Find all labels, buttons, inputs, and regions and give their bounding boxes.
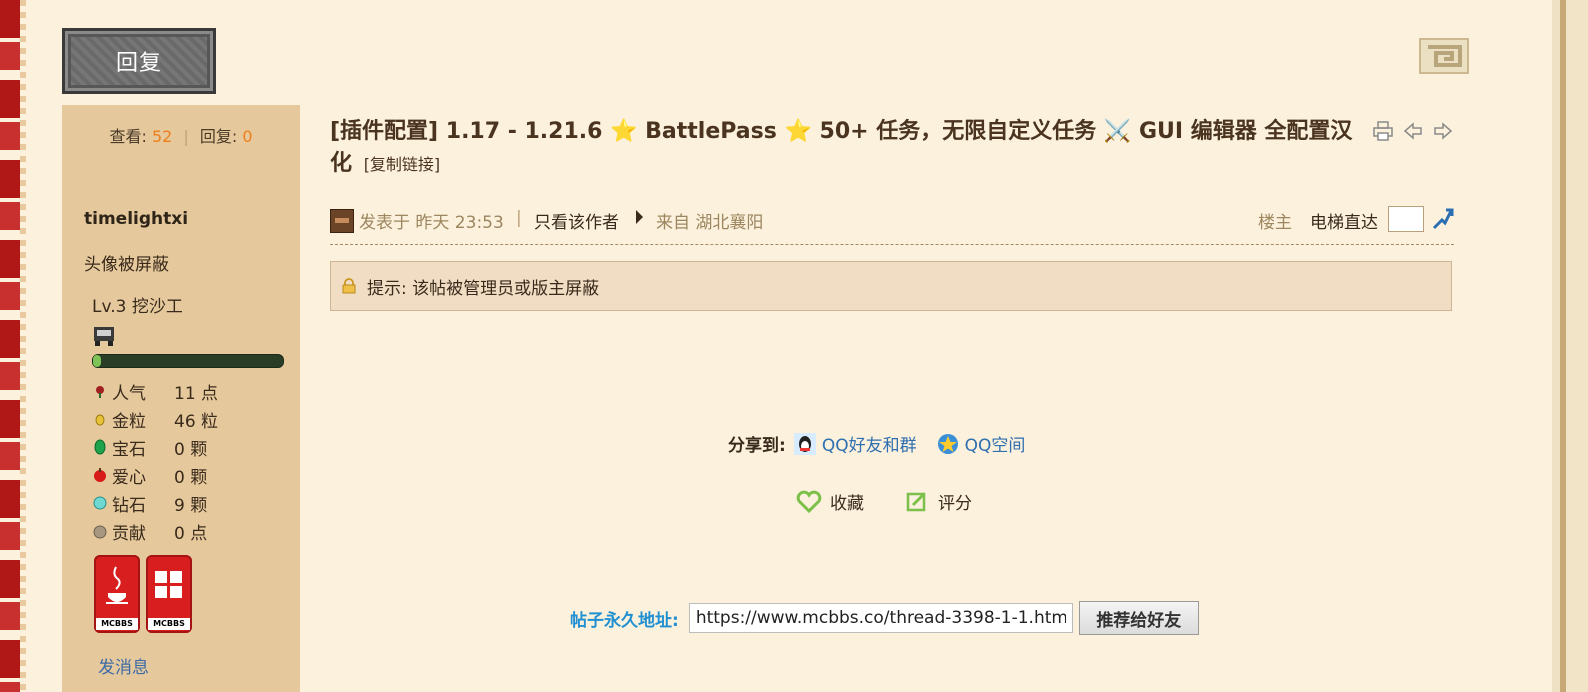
- permalink-input[interactable]: [688, 603, 1073, 633]
- property-label: 宝石: [112, 439, 146, 460]
- level-progress-bar: [92, 354, 284, 368]
- poster-avatar-icon: [330, 209, 354, 233]
- property-row: 钻石 9 颗: [92, 489, 218, 517]
- replies-label: 回复:: [199, 127, 238, 146]
- elevator-floor-input[interactable]: [1388, 206, 1424, 232]
- property-label: 钻石: [112, 495, 146, 516]
- stats-divider: |: [183, 127, 189, 146]
- property-label: 金粒: [112, 411, 146, 432]
- triangle-right-icon: [636, 210, 643, 224]
- title-toolbar: [1372, 120, 1454, 142]
- blocked-notice: 提示: 该帖被管理员或版主屏蔽: [330, 261, 1452, 311]
- left-decorative-border: [0, 0, 26, 692]
- heart-icon: [796, 490, 822, 513]
- property-value: 9 颗: [174, 495, 208, 516]
- minecart-icon: [94, 327, 114, 346]
- gold-nugget-icon: [95, 414, 105, 426]
- property-label: 人气: [112, 383, 146, 404]
- post-title: [插件配置] 1.17 - 1.21.6 ⭐ BattlePass ⭐ 50+ …: [330, 116, 1360, 181]
- property-label: 贡献: [112, 523, 146, 544]
- favorite-button[interactable]: 收藏: [796, 489, 864, 514]
- property-value: 11 点: [174, 383, 219, 404]
- permalink-row: 帖子永久地址: 推荐给好友: [570, 601, 1199, 635]
- share-label: 分享到:: [728, 436, 786, 456]
- level-progress-fill: [93, 355, 101, 367]
- property-row: 金粒 46 粒: [92, 405, 218, 433]
- apple-icon: [94, 468, 106, 482]
- post-meta: 发表于 昨天 23:53 | 只看该作者 来自 湖北襄阳 楼主 电梯直达: [330, 206, 1454, 234]
- lock-icon: [342, 278, 356, 294]
- meta-divider-line: [330, 244, 1454, 245]
- right-decorative-border: [1552, 0, 1588, 692]
- share-row: 分享到: QQ好友和群 QQ空间: [728, 431, 1045, 456]
- reply-button[interactable]: 回复: [62, 28, 216, 94]
- recommend-to-friend-button[interactable]: 推荐给好友: [1078, 601, 1199, 635]
- rate-label: 评分: [938, 494, 972, 514]
- share-qq-friends-link[interactable]: QQ好友和群: [793, 431, 917, 456]
- notice-text: 提示: 该帖被管理员或版主屏蔽: [367, 278, 600, 299]
- property-row: 人气 11 点: [92, 377, 218, 405]
- favorite-label: 收藏: [830, 494, 864, 514]
- property-row: 爱心 0 颗: [92, 461, 218, 489]
- send-message-link[interactable]: 发消息: [98, 653, 149, 678]
- user-properties: 人气 11 点 金粒 46 粒 宝石 0 颗 爱心 0 颗 钻石 9 颗 贡献 …: [92, 377, 218, 545]
- rate-button[interactable]: 评分: [904, 489, 972, 514]
- property-value: 0 颗: [174, 467, 208, 488]
- print-icon[interactable]: [1372, 120, 1394, 142]
- site-corner-logo-icon: [1419, 38, 1469, 74]
- author-username[interactable]: timelightxi: [84, 209, 188, 229]
- property-value: 46 粒: [174, 411, 219, 432]
- post-location: 来自 湖北襄阳: [656, 213, 764, 233]
- posted-time: 发表于 昨天 23:53: [359, 213, 504, 233]
- windows-grid-icon: [155, 571, 182, 598]
- property-row: 宝石 0 颗: [92, 433, 218, 461]
- clay-ball-icon: [93, 525, 107, 539]
- post-title-text: [插件配置] 1.17 - 1.21.6 ⭐ BattlePass ⭐ 50+ …: [330, 119, 1353, 176]
- qq-penguin-icon: [793, 432, 816, 455]
- user-level: Lv.3 挖沙工: [92, 297, 183, 317]
- property-value: 0 点: [174, 523, 208, 544]
- emerald-icon: [94, 439, 106, 455]
- badge-label: MCBBS: [148, 618, 190, 630]
- share-qq-zone-link[interactable]: QQ空间: [937, 431, 1026, 456]
- permalink-label: 帖子永久地址:: [570, 610, 679, 631]
- property-value: 0 颗: [174, 439, 208, 460]
- edit-icon: [906, 492, 926, 511]
- share-qq-zone-label: QQ空间: [964, 436, 1026, 456]
- elevator-go-icon[interactable]: [1430, 206, 1454, 232]
- previous-thread-icon[interactable]: [1402, 120, 1424, 142]
- diamond-icon: [93, 496, 107, 510]
- floor-label: 楼主: [1258, 213, 1292, 233]
- java-cup-icon: [106, 566, 128, 604]
- badge-label: MCBBS: [96, 618, 138, 630]
- replies-count: 0: [242, 127, 253, 146]
- views-label: 查看:: [109, 127, 147, 146]
- avatar-hidden-text: 头像被屏蔽: [84, 255, 169, 275]
- windows-badge[interactable]: MCBBS: [146, 555, 192, 633]
- property-row: 贡献 0 点: [92, 517, 218, 545]
- rose-icon: [96, 386, 104, 398]
- medal-badges: MCBBS MCBBS: [94, 555, 192, 633]
- thread-stats: 查看: 52 | 回复: 0: [62, 123, 300, 147]
- author-sidebar: 查看: 52 | 回复: 0 timelightxi 头像被屏蔽 Lv.3 挖沙…: [62, 105, 300, 692]
- copy-link-button[interactable]: [复制链接]: [364, 155, 441, 174]
- author-only-link[interactable]: 只看该作者: [534, 208, 619, 233]
- meta-divider: |: [516, 208, 522, 228]
- elevator-label: 电梯直达: [1310, 213, 1378, 233]
- share-qq-friends-label: QQ好友和群: [821, 436, 917, 456]
- java-badge[interactable]: MCBBS: [94, 555, 140, 633]
- next-thread-icon[interactable]: [1432, 120, 1454, 142]
- post-actions: 收藏 评分: [796, 489, 1012, 514]
- property-label: 爱心: [112, 467, 146, 488]
- views-count: 52: [151, 127, 173, 146]
- qq-zone-star-icon: [937, 433, 958, 454]
